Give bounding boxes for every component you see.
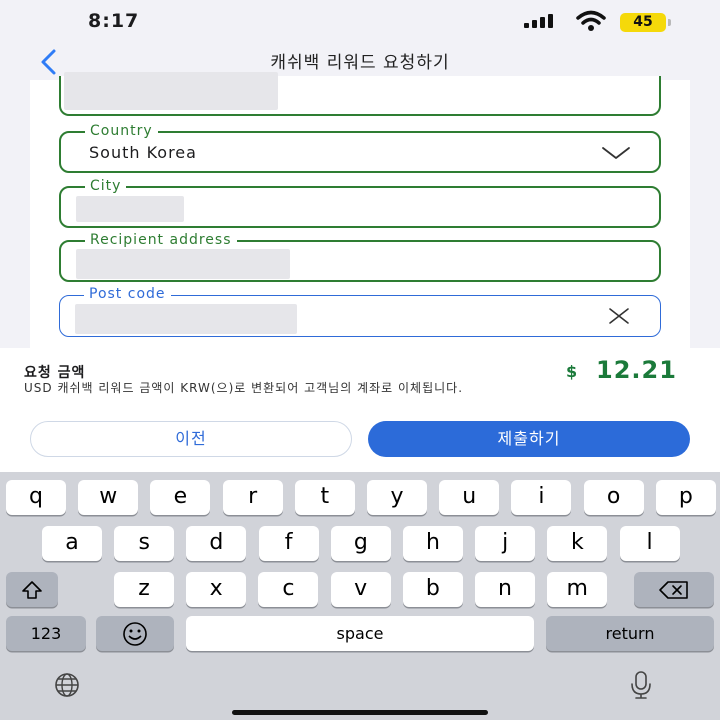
globe-icon[interactable]: [54, 672, 80, 698]
submit-button[interactable]: 제출하기: [368, 421, 690, 457]
key-w[interactable]: w: [78, 480, 139, 515]
amount-note: USD 캐쉬백 리워드 금액이 KRW(으)로 변환되어 고객님의 계좌로 이체…: [24, 381, 464, 395]
return-key[interactable]: return: [546, 616, 714, 651]
backspace-icon: [659, 580, 688, 599]
key-s[interactable]: s: [114, 526, 175, 561]
previous-button[interactable]: 이전: [30, 421, 352, 457]
redacted-value: [76, 196, 184, 222]
country-select[interactable]: Country South Korea: [59, 122, 661, 173]
wifi-icon: [576, 10, 606, 31]
key-h[interactable]: h: [403, 526, 463, 561]
status-bar: 8:17 45: [0, 0, 720, 44]
key-r[interactable]: r: [222, 480, 283, 515]
battery-indicator: 45: [620, 13, 666, 32]
city-label: City: [85, 177, 127, 195]
key-e[interactable]: e: [150, 480, 211, 515]
key-d[interactable]: d: [186, 526, 247, 561]
chevron-down-icon: [602, 147, 630, 159]
key-k[interactable]: k: [547, 526, 608, 561]
key-v[interactable]: v: [330, 572, 391, 607]
key-c[interactable]: c: [258, 572, 319, 607]
amount-currency: $: [566, 362, 578, 381]
cellular-signal-icon: [524, 14, 562, 28]
key-z[interactable]: z: [114, 572, 174, 607]
key-q[interactable]: q: [6, 480, 66, 515]
microphone-icon[interactable]: [628, 670, 654, 700]
numbers-key[interactable]: 123: [6, 616, 86, 651]
delete-key[interactable]: [634, 572, 714, 607]
key-t[interactable]: t: [294, 480, 355, 515]
key-u[interactable]: u: [439, 480, 500, 515]
battery-tip: [668, 19, 671, 26]
amount-value: 12.21: [596, 356, 677, 384]
key-y[interactable]: y: [367, 480, 427, 515]
city-field[interactable]: City: [59, 177, 661, 228]
page-title: 캐쉬백 리워드 요청하기: [270, 53, 450, 73]
key-o[interactable]: o: [583, 480, 644, 515]
recipient-address-field[interactable]: Recipient address: [59, 231, 661, 282]
country-label: Country: [85, 122, 158, 140]
key-i[interactable]: i: [511, 480, 572, 515]
emoji-key[interactable]: [96, 616, 174, 651]
post-code-label: Post code: [84, 285, 171, 303]
key-j[interactable]: j: [475, 526, 536, 561]
shift-key[interactable]: [6, 572, 58, 607]
clear-icon[interactable]: [608, 307, 630, 325]
home-indicator: [232, 710, 488, 715]
status-time: 8:17: [88, 10, 140, 32]
redacted-value: [75, 304, 297, 334]
post-code-field[interactable]: Post code: [59, 285, 661, 337]
keyboard: qwertyuiop asdfghjkl zxcvbnm 123 space r…: [0, 472, 720, 720]
redacted-value: [76, 249, 290, 279]
key-x[interactable]: x: [186, 572, 247, 607]
key-p[interactable]: p: [655, 480, 716, 515]
amount-section: 요청 금액 USD 캐쉬백 리워드 금액이 KRW(으)로 변환되어 고객님의 …: [0, 348, 720, 472]
key-m[interactable]: m: [547, 572, 608, 607]
key-n[interactable]: n: [475, 572, 535, 607]
recipient-address-label: Recipient address: [85, 231, 237, 249]
key-a[interactable]: a: [42, 526, 102, 561]
key-g[interactable]: g: [330, 526, 391, 561]
key-l[interactable]: l: [619, 526, 680, 561]
key-b[interactable]: b: [402, 572, 463, 607]
space-key[interactable]: space: [186, 616, 534, 651]
redacted-value: [64, 72, 278, 110]
amount-title: 요청 금액: [24, 365, 86, 381]
shift-icon: [22, 580, 42, 599]
key-f[interactable]: f: [258, 526, 319, 561]
emoji-icon: [123, 621, 147, 646]
country-value: South Korea: [89, 143, 197, 162]
